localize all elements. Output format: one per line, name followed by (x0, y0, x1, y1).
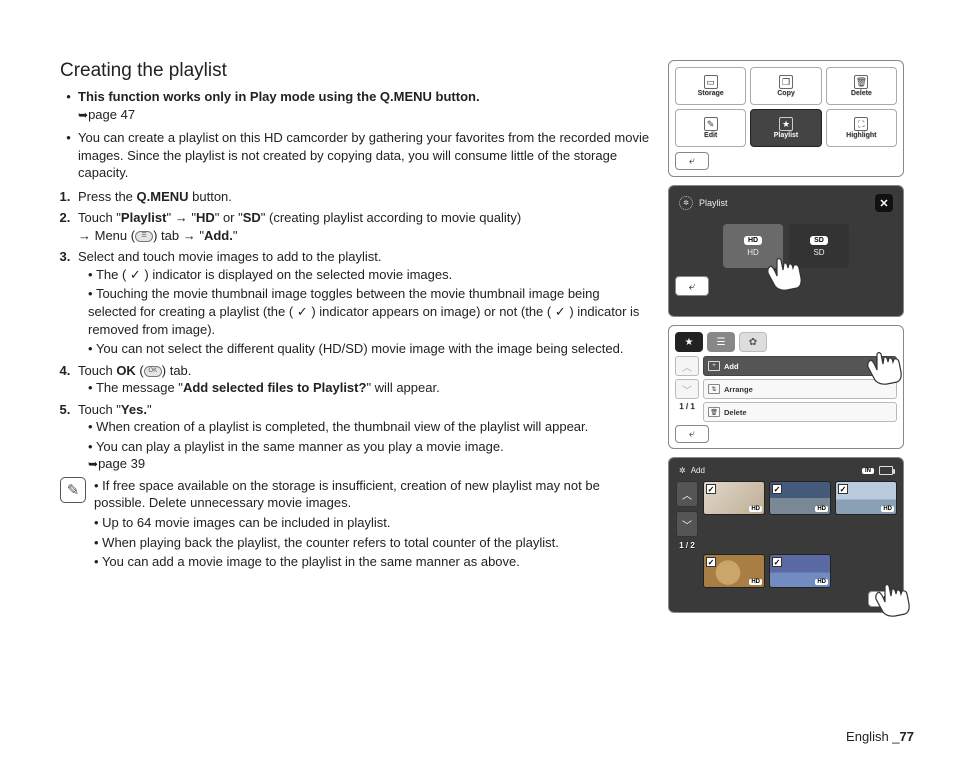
step-4: Touch OK (OK) tab. The message "Add sele… (74, 362, 650, 397)
ok-button[interactable]: OK (868, 591, 898, 607)
film-icon: ✲ (679, 466, 686, 475)
playlist-quality-screen: ✲ Playlist ✕ HDHD SDSD ⤶ (668, 185, 904, 317)
thumbnail-4[interactable]: ✓HD (703, 554, 765, 588)
copy-button[interactable]: ❐Copy (750, 67, 821, 105)
add-row[interactable]: +Add (703, 356, 897, 376)
playlist-icon: ★ (779, 117, 793, 131)
edit-button[interactable]: ✎Edit (675, 109, 746, 147)
thumbnail-3[interactable]: ✓HD (835, 481, 897, 515)
check-icon: ✓ (772, 484, 782, 494)
step-1: Press the Q.MENU button. (74, 188, 650, 206)
add-icon: + (708, 361, 720, 371)
step-3-sub-3: You can not select the different quality… (88, 340, 650, 358)
highlight-button[interactable]: ⛶Highlight (826, 109, 897, 147)
battery-icon (879, 466, 893, 475)
step-3-sub-2: Touching the movie thumbnail image toggl… (88, 285, 650, 338)
page-up-button[interactable]: ︿ (676, 481, 698, 507)
copy-icon: ❐ (779, 75, 793, 89)
thumbnail-1[interactable]: ✓HD (703, 481, 765, 515)
trash-icon: 🗑 (854, 75, 868, 89)
note-1: If free space available on the storage i… (94, 477, 650, 512)
storage-button[interactable]: ▭Storage (675, 67, 746, 105)
hd-button[interactable]: HDHD (723, 224, 783, 268)
step-3-sub-1: The ( ✓ ) indicator is displayed on the … (88, 266, 650, 284)
page-down-button[interactable]: ﹀ (676, 511, 698, 537)
arrange-icon: ⇅ (708, 384, 720, 394)
screen-title: Playlist (699, 198, 728, 208)
note-3: When playing back the playlist, the coun… (94, 534, 650, 552)
pencil-icon: ✎ (704, 117, 718, 131)
menu-tab-icon: ☰ (135, 231, 153, 242)
section-title: Creating the playlist (60, 60, 650, 82)
playlist-button[interactable]: ★Playlist (750, 109, 821, 147)
intro-bullet-2: You can create a playlist on this HD cam… (78, 129, 650, 182)
qmenu-screen: ▭Storage ❐Copy 🗑Delete ✎Edit ★Playlist ⛶… (668, 60, 904, 177)
delete-row[interactable]: 🗑Delete (703, 402, 897, 422)
page-down-button[interactable]: ﹀ (675, 379, 699, 399)
back-button[interactable]: ⤶ (675, 276, 709, 296)
step-5-sub-1: When creation of a playlist is completed… (88, 418, 650, 436)
check-icon: ✓ (772, 557, 782, 567)
ok-tab-icon: OK (144, 366, 162, 377)
back-button[interactable]: ⤶ (675, 425, 709, 443)
sd-button[interactable]: SDSD (789, 224, 849, 268)
list-tab[interactable]: ☰ (707, 332, 735, 352)
thumbnail-2[interactable]: ✓HD (769, 481, 831, 515)
step-5-sub-2: You can play a playlist in the same mann… (88, 438, 650, 473)
check-icon: ✓ (706, 557, 716, 567)
check-icon: ✓ (706, 484, 716, 494)
note-4: You can add a movie image to the playlis… (94, 553, 650, 571)
page-ref-icon (78, 106, 88, 124)
storage-icon: ▭ (704, 75, 718, 89)
screen-title: Add (691, 466, 705, 475)
arrange-row[interactable]: ⇅Arrange (703, 379, 897, 399)
note-icon: ✎ (60, 477, 86, 503)
settings-tab[interactable]: ✿ (739, 332, 767, 352)
playlist-tab[interactable]: ★ (675, 332, 703, 352)
add-thumbnails-screen: ✲ Add IN ︿ ﹀ 1 / 2 ✓HD ✓HD ✓HD ✓HD (668, 457, 904, 613)
check-icon: ✓ (838, 484, 848, 494)
step-3: Select and touch movie images to add to … (74, 248, 650, 357)
delete-button[interactable]: 🗑Delete (826, 67, 897, 105)
page-up-button[interactable]: ︿ (675, 356, 699, 376)
page-ref-icon (88, 455, 98, 473)
back-button[interactable]: ⤶ (675, 152, 709, 170)
thumbnail-5[interactable]: ✓HD (769, 554, 831, 588)
close-button[interactable]: ✕ (875, 194, 893, 212)
storage-in-chip: IN (862, 468, 874, 474)
step-2: Touch "Playlist" → "HD" or "SD" (creatin… (74, 209, 650, 244)
playlist-menu-screen: ★ ☰ ✿ ︿ ﹀ 1 / 1 +Add ⇅Arrange 🗑Delete ⤶ (668, 325, 904, 449)
step-4-sub-1: The message "Add selected files to Playl… (88, 379, 650, 397)
page-indicator: 1 / 2 (679, 541, 695, 550)
page-footer: English _77 (846, 729, 914, 744)
step-5: Touch "Yes." When creation of a playlist… (74, 401, 650, 473)
delete-icon: 🗑 (708, 407, 720, 417)
note-2: Up to 64 movie images can be included in… (94, 514, 650, 532)
film-icon: ✲ (679, 196, 693, 210)
highlight-icon: ⛶ (854, 117, 868, 131)
intro-bullet-1: This function works only in Play mode us… (78, 88, 650, 123)
page-indicator: 1 / 1 (679, 402, 695, 411)
